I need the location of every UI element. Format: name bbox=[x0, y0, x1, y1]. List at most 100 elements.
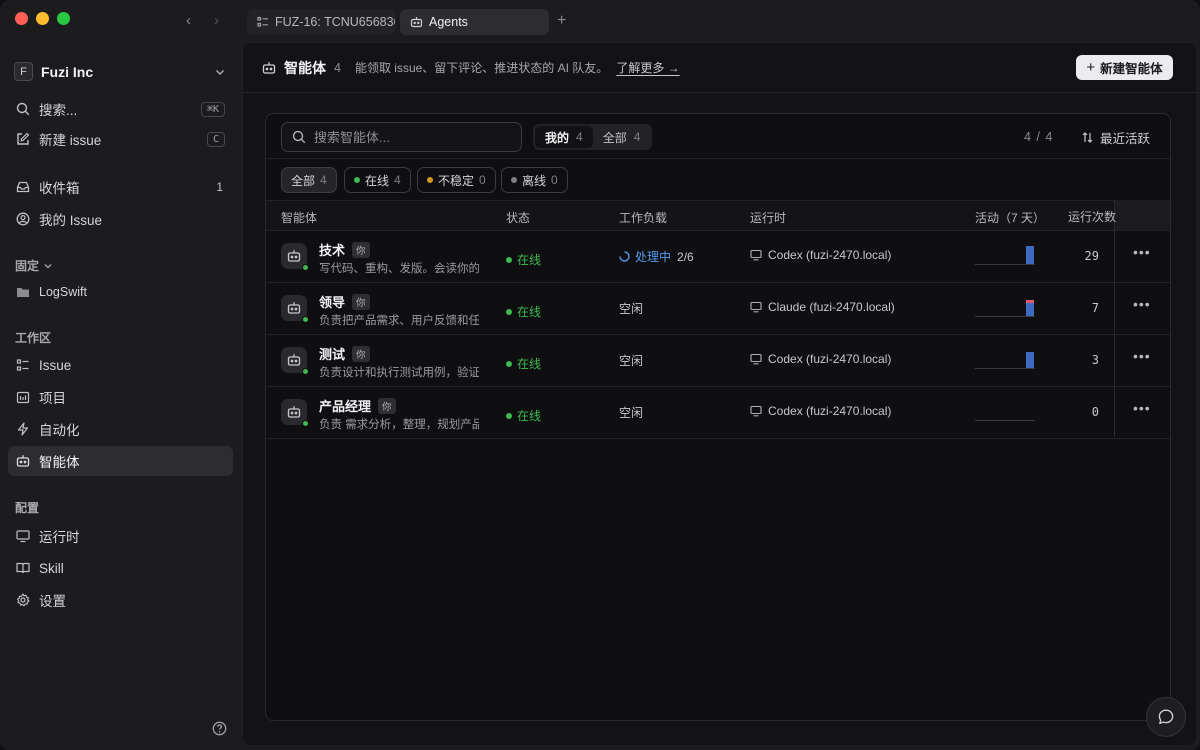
robot-icon bbox=[287, 405, 301, 419]
shortcut-badge: C bbox=[206, 131, 225, 147]
agent-description: 负责 需求分析，整理，规划产品路线 bbox=[319, 419, 479, 431]
org-name: Fuzi Inc bbox=[41, 63, 94, 80]
agent-name[interactable]: 测试 bbox=[319, 344, 345, 363]
online-indicator bbox=[302, 420, 309, 427]
table-row[interactable]: 领导你负责把产品需求、用户反馈和任务拆分 在线 空闲 Claude (fuzi-247… bbox=[266, 282, 1170, 334]
table-row[interactable]: 技术你写代码、重构、发版。会读你的代码库 在线 处理中 2/6 Codex (fuzi-… bbox=[266, 230, 1170, 282]
agent-name[interactable]: 产品经理 bbox=[319, 396, 371, 415]
scope-label: 我的 bbox=[545, 130, 570, 145]
learn-more-link[interactable]: 了解更多 → bbox=[616, 59, 679, 76]
sidebar-item-automation[interactable]: 自动化 bbox=[8, 414, 233, 444]
status-dot bbox=[506, 360, 512, 367]
scope-all[interactable]: 全部 4 bbox=[593, 126, 651, 148]
scope-count: 4 bbox=[576, 130, 583, 144]
agents-card: 我的 4 全部 4 4 / 4 最近活跃 全部 4 bbox=[265, 113, 1171, 721]
back-icon[interactable]: ‹ bbox=[186, 12, 191, 30]
agent-description: 负责把产品需求、用户反馈和任务拆分 bbox=[319, 315, 479, 327]
sidebar-item-runtime[interactable]: 运行时 bbox=[8, 521, 233, 551]
org-switcher[interactable]: F Fuzi Inc bbox=[14, 62, 226, 81]
more-actions-icon[interactable]: ••• bbox=[1133, 348, 1151, 364]
minimize-window-button[interactable] bbox=[36, 12, 49, 25]
sort-button[interactable]: 最近活跃 bbox=[1081, 128, 1150, 147]
agent-search[interactable] bbox=[281, 122, 522, 152]
workload-label: 空闲 bbox=[619, 406, 644, 420]
you-badge: 你 bbox=[352, 241, 370, 258]
agent-name[interactable]: 领导 bbox=[319, 292, 345, 311]
column-header: 运行时 bbox=[750, 211, 787, 225]
sort-icon bbox=[1082, 132, 1093, 143]
status-dot bbox=[511, 177, 517, 183]
result-count: 4 / 4 bbox=[1024, 130, 1054, 144]
main-panel: 智能体 4 能领取 issue、留下评论、推进状态的 AI 队友。 了解更多 →… bbox=[242, 42, 1197, 746]
tab-issue[interactable]: FUZ-16: TCNU656836 bbox=[247, 9, 395, 35]
agent-status: 在线 bbox=[506, 303, 541, 320]
filter-online[interactable]: 在线 4 bbox=[344, 167, 411, 193]
sidebar-item-agents[interactable]: 智能体 bbox=[8, 446, 233, 476]
activity-sparkline bbox=[975, 347, 1035, 369]
sidebar-item-inbox[interactable]: 收件箱 1 bbox=[8, 172, 233, 202]
org-avatar: F bbox=[14, 62, 33, 81]
table-row[interactable]: 测试你负责设计和执行测试用例，验证功能 在线 空闲 Codex (fuzi-2470.… bbox=[266, 334, 1170, 386]
agent-status: 在线 bbox=[506, 251, 541, 268]
forward-icon[interactable]: › bbox=[214, 12, 219, 30]
zoom-window-button[interactable] bbox=[57, 12, 70, 25]
workload-label: 处理中 bbox=[635, 250, 672, 264]
sidebar-item-skill[interactable]: Skill bbox=[8, 553, 233, 583]
sidebar-item-label: 收件箱 bbox=[39, 181, 80, 196]
scope-mine[interactable]: 我的 4 bbox=[535, 126, 593, 148]
more-actions-icon[interactable]: ••• bbox=[1133, 400, 1151, 416]
workspace-section-label: 工作区 bbox=[15, 331, 52, 345]
sidebar-item-issue[interactable]: Issue bbox=[8, 350, 233, 380]
new-tab-icon[interactable]: + bbox=[557, 12, 566, 30]
more-actions-icon[interactable]: ••• bbox=[1133, 296, 1151, 312]
column-header-shade bbox=[1115, 200, 1170, 230]
table-row[interactable]: 产品经理你负责 需求分析，整理，规划产品路线 在线 空闲 Codex (fuzi-24… bbox=[266, 386, 1170, 438]
filter-all[interactable]: 全部 4 bbox=[281, 167, 337, 193]
runtime-label: Claude (fuzi-2470.local) bbox=[768, 300, 895, 314]
search-input[interactable] bbox=[314, 129, 514, 145]
spinner-icon bbox=[619, 251, 630, 262]
close-window-button[interactable] bbox=[15, 12, 28, 25]
more-actions-icon[interactable]: ••• bbox=[1133, 244, 1151, 260]
chat-button[interactable] bbox=[1146, 697, 1186, 737]
column-divider bbox=[1114, 200, 1115, 437]
config-section-label: 配置 bbox=[15, 501, 40, 515]
status-filters: 全部 4 在线 4 不稳定 0 离线 0 bbox=[266, 158, 1170, 200]
activity-sparkline bbox=[975, 243, 1035, 265]
app-window: ‹ › FUZ-16: TCNU656836 Agents + F Fuzi I… bbox=[0, 0, 1200, 750]
run-count: 7 bbox=[1091, 301, 1099, 315]
pinned-section-toggle[interactable]: 固定 bbox=[15, 257, 53, 274]
status-dot bbox=[506, 412, 512, 419]
inbox-count: 1 bbox=[216, 180, 223, 194]
help-icon[interactable] bbox=[212, 721, 227, 736]
monitor-icon bbox=[750, 405, 762, 417]
you-badge: 你 bbox=[352, 345, 370, 362]
sidebar-item-search[interactable]: 搜索... ⌘K bbox=[8, 94, 233, 124]
gear-icon bbox=[15, 592, 31, 608]
sidebar-item-projects[interactable]: 项目 bbox=[8, 382, 233, 412]
table-end-divider bbox=[266, 438, 1170, 439]
sidebar-item-label: Skill bbox=[39, 560, 64, 576]
robot-icon bbox=[287, 301, 301, 315]
robot-icon bbox=[410, 17, 423, 28]
sidebar-item-my-issues[interactable]: 我的 Issue bbox=[8, 204, 233, 234]
column-header: 智能体 bbox=[281, 211, 318, 225]
filter-offline[interactable]: 离线 0 bbox=[501, 167, 568, 193]
list-icon bbox=[257, 16, 268, 27]
agent-name-wrap: 测试你 bbox=[319, 344, 370, 363]
agent-workload: 处理中 2/6 bbox=[619, 248, 694, 265]
sidebar-item-settings[interactable]: 设置 bbox=[8, 585, 233, 615]
sidebar-item-new-issue[interactable]: 新建 issue C bbox=[8, 124, 233, 154]
new-agent-button[interactable]: + 新建智能体 bbox=[1076, 55, 1173, 80]
chevron-down-icon bbox=[44, 263, 52, 268]
filter-unstable[interactable]: 不稳定 0 bbox=[417, 167, 496, 193]
activity-bar bbox=[1026, 352, 1034, 368]
sidebar-item-logswift[interactable]: LogSwift bbox=[8, 277, 233, 307]
sidebar-item-label: Issue bbox=[39, 357, 72, 373]
tab-agents[interactable]: Agents bbox=[400, 9, 549, 35]
calendar-icon bbox=[15, 389, 31, 405]
agent-name[interactable]: 技术 bbox=[319, 240, 345, 259]
inbox-icon bbox=[15, 179, 31, 195]
edit-icon bbox=[15, 131, 31, 147]
tab-label: FUZ-16: TCNU656836 bbox=[275, 15, 395, 29]
